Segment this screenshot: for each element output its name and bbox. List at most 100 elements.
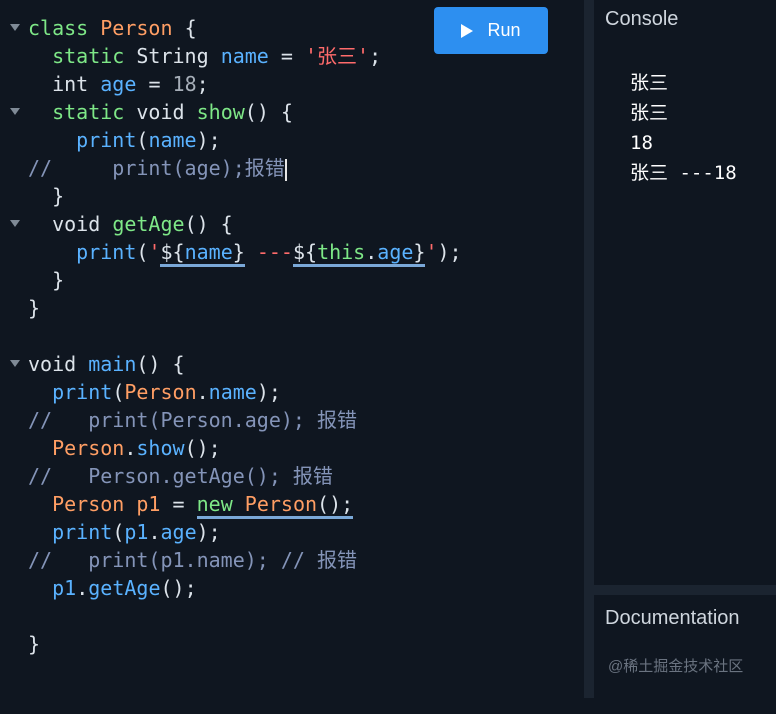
token: String [136,44,209,68]
token: ); [256,380,281,404]
token: . [124,436,137,460]
token: ); [196,128,221,152]
console-line: 张三 ---18 [630,162,737,184]
token: . [196,380,209,404]
console-line: 张三 [630,102,669,124]
token: } [52,184,65,208]
play-icon [461,23,474,38]
token: p1 [52,576,77,600]
run-button[interactable]: Run [434,7,548,54]
console-output: 张三 张三 18 张三 ---18 [630,68,737,188]
horizontal-splitter[interactable] [594,585,776,595]
fold-arrow-icon[interactable] [10,24,20,31]
token: show [196,100,245,124]
token: ; [196,72,209,96]
console-line: 18 [630,132,653,154]
token: print [52,520,113,544]
token: name [220,44,269,68]
token: ; [369,44,382,68]
token: Person [100,16,173,40]
token: this [317,240,366,264]
token: p1 [136,492,161,516]
token: ${ [160,240,185,264]
token: ( [136,240,149,264]
token: --- [244,240,293,264]
code-line-19: print(p1.age); [0,518,584,546]
token: '张三' [305,44,370,68]
documentation-panel: Documentation @稀土掘金技术社区 [594,595,776,698]
token: . [76,576,89,600]
token: . [365,240,378,264]
token: () { [184,212,233,236]
token: name [148,128,197,152]
token: int [52,72,89,96]
console-title: Console [605,8,679,30]
token: void [136,100,185,124]
token: age [160,520,197,544]
token: } [52,268,65,292]
token: () { [136,352,185,376]
code-line-5: print(name); [0,126,584,154]
code-line-14: print(Person.name); [0,378,584,406]
console-line: 张三 [630,72,669,94]
token: 18 [172,72,197,96]
token: (); [317,492,354,516]
watermark: @稀土掘金技术社区 [608,658,744,675]
token: Person [244,492,318,516]
token: print [52,380,113,404]
token: (); [184,436,221,460]
token: = [172,492,185,516]
token: ( [136,128,149,152]
token: new [196,492,233,516]
code-line-7: } [0,182,584,210]
token: static [52,44,125,68]
vertical-splitter[interactable] [584,0,594,698]
code-line-13: void main() { [0,350,584,378]
code-line-4: static void show() { [0,98,584,126]
token: } [28,632,41,656]
code-line-6: // print(age);报错 [0,154,584,182]
token: . [148,520,161,544]
code-line-15: // print(Person.age); 报错 [0,406,584,434]
run-button-label: Run [487,20,521,40]
code-editor[interactable]: class Person { static String name = '张三'… [0,0,584,698]
token: name [184,240,233,264]
token: ( [112,520,125,544]
code-line-16: Person.show(); [0,434,584,462]
token: ); [196,520,221,544]
code-area[interactable]: class Person { static String name = '张三'… [0,14,584,658]
token: Person [124,380,197,404]
documentation-title: Documentation [605,607,740,629]
code-line-23: } [0,630,584,658]
token: void [28,352,77,376]
token: getAge [88,576,161,600]
fold-arrow-icon[interactable] [10,220,20,227]
token: print [76,128,137,152]
token: ); [437,240,462,264]
token: ' [425,240,438,264]
comment: // print(p1.name); // 报错 [28,548,357,572]
comment: // Person.getAge(); 报错 [28,464,333,488]
token: ${ [292,240,318,264]
token: = [148,72,161,96]
code-line-18: Person p1 = new Person(); [0,490,584,519]
code-line-9: print('${name} ---${this.age}'); [0,238,584,267]
comment: // print(Person.age); 报错 [28,408,357,432]
token: class [28,16,89,40]
token: (); [160,576,197,600]
token: Person [52,492,125,516]
comment: // print(age);报错 [28,156,285,180]
token: } [232,240,245,264]
token: name [208,380,257,404]
fold-arrow-icon[interactable] [10,360,20,367]
token: Person [52,436,125,460]
fold-arrow-icon[interactable] [10,108,20,115]
token: main [88,352,137,376]
token: { [184,16,197,40]
code-line-11: } [0,294,584,322]
token: ( [112,380,125,404]
token: } [413,240,426,264]
code-line-10: } [0,266,584,294]
